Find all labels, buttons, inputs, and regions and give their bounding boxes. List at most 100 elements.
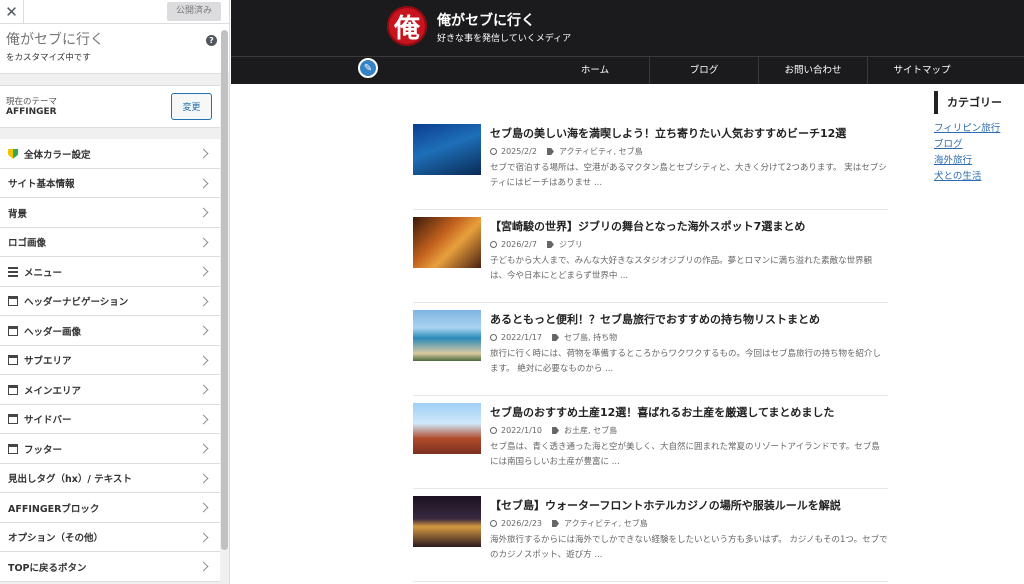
- shield-icon: [8, 148, 18, 159]
- menu-item-label: サブエリア: [24, 356, 72, 368]
- post-date: 2026/2/23: [501, 519, 543, 528]
- tag-icon: [552, 520, 560, 527]
- customizer-menu-item[interactable]: オプション（その他）: [0, 522, 220, 552]
- chevron-right-icon: [198, 473, 209, 483]
- close-icon: ✕: [5, 3, 18, 21]
- customizer-menu-item[interactable]: AFFINGERブロック: [0, 493, 220, 523]
- post-date: 2026/2/7: [501, 240, 537, 249]
- customizer-menu-item[interactable]: ヘッダー画像: [0, 316, 220, 346]
- customizer-header: ✕ 公開済み: [0, 0, 229, 24]
- category-link[interactable]: ブログ: [934, 138, 1024, 151]
- post-thumbnail[interactable]: [413, 124, 481, 175]
- tag-icon: [546, 241, 554, 248]
- theme-label: 現在のテーマ: [6, 97, 58, 107]
- customizer-menu-item[interactable]: メインエリア: [0, 375, 220, 405]
- menu-item-label: オプション（その他）: [8, 533, 104, 545]
- nav-item-home[interactable]: ホーム: [541, 57, 649, 84]
- post-card: 【セブ島】ウォーターフロントホテルカジノの場所や服装ルールを解説 2026/2/2…: [413, 489, 888, 582]
- post-title[interactable]: 【セブ島】ウォーターフロントホテルカジノの場所や服装ルールを解説: [490, 497, 841, 513]
- edit-shortcut-icon[interactable]: ✎: [358, 58, 378, 78]
- post-title[interactable]: あるともっと便利！？セブ島旅行でおすすめの持ち物リストまとめ: [490, 311, 820, 327]
- post-excerpt: 子どもから大人まで、みんな大好きなスタジオジブリの作品。夢とロマンに満ち溢れた素…: [490, 256, 873, 281]
- chevron-right-icon: [198, 532, 209, 542]
- clock-icon: [490, 427, 497, 434]
- nav-item-contact[interactable]: お問い合わせ: [759, 57, 867, 84]
- customizer-menu-item[interactable]: メニュー: [0, 257, 220, 287]
- chevron-right-icon: [198, 266, 209, 277]
- post-thumbnail[interactable]: [413, 496, 481, 547]
- customizer-menu-item[interactable]: 背景: [0, 198, 220, 228]
- post-title[interactable]: セブ島の美しい海を満喫しよう！立ち寄りたい人気おすすめビーチ12選: [490, 125, 846, 141]
- menu-item-label: TOPに戻るボタン: [8, 562, 87, 574]
- window-icon: [8, 384, 18, 395]
- window-icon: [8, 443, 18, 454]
- customizer-menu-item[interactable]: 全体カラー設定: [0, 139, 220, 169]
- clock-icon: [490, 334, 497, 341]
- customizer-menu-item[interactable]: フッター: [0, 434, 220, 464]
- chevron-right-icon: [198, 414, 209, 424]
- post-date: 2022/1/10: [501, 426, 543, 435]
- post-excerpt: 旅行に行く時には、荷物を準備するところからワクワクするもの。今回はセブ島旅行の持…: [490, 349, 882, 374]
- theme-name: AFFINGER: [6, 107, 57, 117]
- chevron-right-icon: [198, 148, 209, 159]
- panel-scrollbar[interactable]: [221, 30, 228, 550]
- customizer-menu-item[interactable]: サブエリア: [0, 345, 220, 375]
- post-thumbnail[interactable]: [413, 403, 481, 454]
- post-categories[interactable]: お土産, セブ島: [564, 425, 617, 436]
- customizer-menu-item[interactable]: ヘッダーナビゲーション: [0, 286, 220, 316]
- post-categories[interactable]: ジブリ: [559, 239, 583, 250]
- chevron-right-icon: [198, 207, 209, 218]
- post-title[interactable]: 【宮崎駿の世界】ジブリの舞台となった海外スポット7選まとめ: [490, 218, 805, 234]
- nav-item-sitemap[interactable]: サイトマップ: [868, 57, 976, 84]
- menu-item-label: ロゴ画像: [8, 238, 47, 250]
- menu-item-label: ヘッダー画像: [24, 326, 82, 338]
- customizer-menu-item[interactable]: TOPに戻るボタン: [0, 552, 220, 582]
- customizer-menu-item[interactable]: 見出しタグ（hx）/ テキスト: [0, 463, 220, 493]
- menu-item-label: フッター: [24, 444, 63, 456]
- list-icon: [8, 266, 18, 277]
- post-list: セブ島の美しい海を満喫しよう！立ち寄りたい人気おすすめビーチ12選 2025/2/…: [413, 117, 888, 582]
- close-customizer-button[interactable]: ✕: [0, 0, 24, 24]
- nav-item-blog[interactable]: ブログ: [650, 57, 758, 84]
- theme-section: 現在のテーマ AFFINGER 変更: [0, 85, 220, 128]
- site-title[interactable]: 俺がセブに行く: [437, 10, 535, 30]
- post-title[interactable]: セブ島のおすすめ土産12選！喜ばれるお土産を厳選してまとめました: [490, 404, 834, 420]
- clock-icon: [490, 148, 497, 155]
- post-meta: 2026/2/7 ジブリ: [490, 239, 583, 250]
- publish-button[interactable]: 公開済み: [166, 2, 221, 21]
- help-icon[interactable]: ?: [206, 35, 217, 46]
- post-thumbnail[interactable]: [413, 217, 481, 268]
- chevron-right-icon: [198, 355, 209, 365]
- post-date: 2022/1/17: [501, 333, 543, 342]
- post-categories[interactable]: セブ島, 持ち物: [564, 332, 617, 343]
- window-icon: [8, 355, 18, 366]
- chevron-right-icon: [198, 561, 209, 572]
- tag-icon: [552, 334, 560, 341]
- menu-item-label: ヘッダーナビゲーション: [24, 297, 129, 309]
- menu-item-label: サイドバー: [24, 415, 72, 427]
- menu-item-label: メニュー: [24, 267, 63, 279]
- post-thumbnail[interactable]: [413, 310, 481, 361]
- site-logo[interactable]: 俺: [387, 6, 427, 46]
- post-categories[interactable]: アクティビティ, セブ島: [564, 518, 648, 529]
- menu-item-label: 見出しタグ（hx）/ テキスト: [8, 474, 132, 486]
- menu-item-label: AFFINGERブロック: [8, 503, 100, 515]
- menu-item-label: メインエリア: [24, 385, 82, 397]
- customizer-menu-item[interactable]: サイト基本情報: [0, 168, 220, 198]
- category-list: フィリピン旅行 ブログ 海外旅行 犬との生活: [934, 122, 1024, 183]
- customizer-menu-item[interactable]: サイドバー: [0, 404, 220, 434]
- customizer-menu: 全体カラー設定サイト基本情報 背景ロゴ画像メニューヘッダーナビゲーション ヘッダー画…: [0, 139, 220, 582]
- post-card: セブ島の美しい海を満喫しよう！立ち寄りたい人気おすすめビーチ12選 2025/2/…: [413, 117, 888, 210]
- post-card: セブ島のおすすめ土産12選！喜ばれるお土産を厳選してまとめました 2022/1/1…: [413, 396, 888, 489]
- category-link[interactable]: フィリピン旅行: [934, 122, 1024, 135]
- category-link[interactable]: 海外旅行: [934, 154, 1024, 167]
- post-categories[interactable]: アクティビティ, セブ島: [559, 146, 643, 157]
- window-icon: [8, 296, 18, 307]
- change-theme-button[interactable]: 変更: [171, 93, 212, 120]
- customizer-menu-item[interactable]: ロゴ画像: [0, 227, 220, 257]
- post-excerpt: セブで宿泊する場所は、空港があるマクタン島とセブシティと、大きく分けて2つありま…: [490, 163, 887, 188]
- site-tagline: 好きな事を発信していくメディア: [437, 34, 572, 44]
- menu-item-label: 全体カラー設定: [24, 149, 91, 161]
- category-link[interactable]: 犬との生活: [934, 170, 1024, 183]
- customizer-info: 俺がセブに行く をカスタマイズ中です ?: [0, 24, 229, 74]
